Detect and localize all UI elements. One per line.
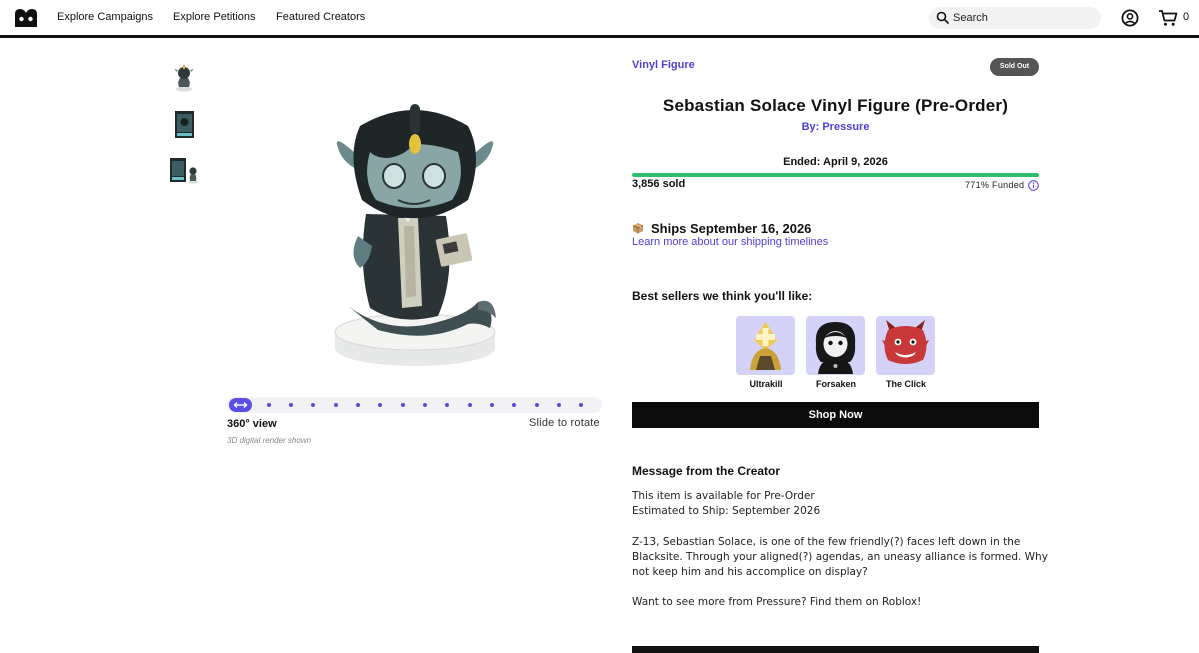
recommendation-label: The Click xyxy=(885,379,926,389)
recommendation-image[interactable] xyxy=(876,316,935,375)
view-label: 360° view xyxy=(227,418,277,430)
shipping-timeline-link[interactable]: Learn more about our shipping timelines xyxy=(632,236,828,248)
slider-dot xyxy=(468,403,472,407)
creator-link[interactable]: By: Pressure xyxy=(632,121,1039,133)
recommendation-card-ultrakill[interactable]: Ultrakill xyxy=(736,316,796,389)
creator-message-line: Want to see more from Pressure? Find the… xyxy=(632,596,922,608)
arrows-horizontal-icon xyxy=(233,402,248,408)
slider-dot xyxy=(512,403,516,407)
thumbnail-box-front[interactable] xyxy=(166,106,202,142)
cart-icon[interactable] xyxy=(1158,9,1178,27)
package-icon xyxy=(632,223,644,234)
slider-dot xyxy=(311,403,315,407)
slider-dot xyxy=(423,403,427,407)
slider-dot xyxy=(334,403,338,407)
next-section-bar xyxy=(632,646,1039,653)
site-logo-icon[interactable] xyxy=(13,7,39,29)
recommendation-label: Forsaken xyxy=(815,379,857,389)
info-icon[interactable] xyxy=(1028,180,1039,191)
recommendation-label: Ultrakill xyxy=(749,379,783,389)
search-input[interactable] xyxy=(953,9,1093,27)
category-link[interactable]: Vinyl Figure xyxy=(632,59,695,71)
creator-message-line: This item is available for Pre-Order xyxy=(632,490,815,502)
search-icon xyxy=(936,11,949,24)
campaign-ended-date: Ended: April 9, 2026 xyxy=(783,156,888,168)
slider-dot xyxy=(356,403,360,407)
slider-dot xyxy=(490,403,494,407)
creator-message-line: Blacksite. Through your aligned(?) agend… xyxy=(632,551,1048,563)
product-main-image[interactable] xyxy=(318,96,512,372)
top-navigation-bar: Explore Campaigns Explore Petitions Feat… xyxy=(0,0,1199,38)
recommendation-card-the-click[interactable]: The Click xyxy=(876,316,936,389)
funding-progress-fill xyxy=(632,173,1039,177)
search-box[interactable] xyxy=(929,7,1101,29)
nav-explore-petitions[interactable]: Explore Petitions xyxy=(173,11,256,23)
shop-now-button[interactable]: Shop Now xyxy=(632,402,1039,428)
thumbnail-figure-front[interactable] xyxy=(166,60,202,96)
slider-dot xyxy=(289,403,293,407)
creator-message-line: Estimated to Ship: September 2026 xyxy=(632,505,821,517)
cart-count: 0 xyxy=(1183,11,1190,23)
slider-dot xyxy=(267,403,271,407)
rotation-slider-track[interactable] xyxy=(227,397,602,413)
slider-dot xyxy=(579,403,583,407)
ship-date: Ships September 16, 2026 xyxy=(651,221,812,236)
product-title: Sebastian Solace Vinyl Figure (Pre-Order… xyxy=(662,96,1009,115)
status-badge: Sold Out xyxy=(990,58,1039,76)
creator-message-line: Z-13, Sebastian Solace, is one of the fe… xyxy=(632,536,1021,548)
creator-message-heading: Message from the Creator xyxy=(632,464,781,478)
best-sellers-heading: Best sellers we think you'll like: xyxy=(632,289,813,303)
slider-dot xyxy=(557,403,561,407)
slider-dot xyxy=(445,403,449,407)
slider-dot xyxy=(401,403,405,407)
render-note: 3D digital render shown xyxy=(227,436,312,445)
funded-percent: 771% Funded xyxy=(965,180,1025,190)
units-sold: 3,856 sold xyxy=(632,178,686,190)
creator-message-line: not keep him and his accomplice on displ… xyxy=(632,566,868,578)
slider-dot xyxy=(535,403,539,407)
slide-hint: Slide to rotate xyxy=(529,417,600,429)
slider-dot xyxy=(378,403,382,407)
thumbnail-box-and-figure[interactable] xyxy=(166,152,202,188)
recommendation-card-forsaken[interactable]: Forsaken xyxy=(806,316,866,389)
rotation-slider-handle[interactable] xyxy=(229,398,252,412)
recommendation-image[interactable] xyxy=(736,316,795,375)
account-icon[interactable] xyxy=(1121,9,1139,27)
nav-explore-campaigns[interactable]: Explore Campaigns xyxy=(57,11,153,23)
recommendation-image[interactable] xyxy=(806,316,865,375)
nav-featured-creators[interactable]: Featured Creators xyxy=(276,11,365,23)
funding-progress-bar xyxy=(632,173,1039,177)
